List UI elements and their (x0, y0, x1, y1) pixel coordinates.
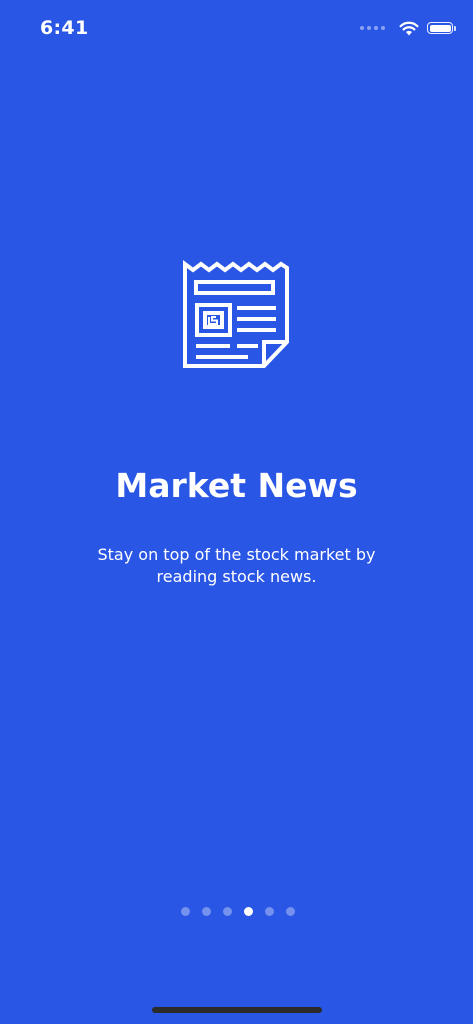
page-description: Stay on top of the stock market by readi… (97, 545, 376, 586)
page-dot-3[interactable] (223, 907, 232, 916)
page-indicator[interactable] (181, 907, 295, 916)
home-indicator[interactable] (152, 1007, 322, 1013)
page-dot-5[interactable] (265, 907, 274, 916)
battery-icon (427, 22, 456, 34)
page-dot-4-active[interactable] (244, 907, 253, 916)
newspaper-icon (183, 260, 289, 368)
status-icons (360, 18, 456, 38)
page-dot-1[interactable] (181, 907, 190, 916)
status-bar: 6:41 (0, 0, 473, 60)
page-dot-2[interactable] (202, 907, 211, 916)
page-dot-6[interactable] (286, 907, 295, 916)
onboarding-screen: 6:41 Market News Stay on top of the stoc… (0, 0, 473, 1024)
cellular-signal-icon (360, 26, 385, 30)
status-time: 6:41 (40, 17, 89, 39)
wifi-icon (399, 21, 419, 35)
page-title: Market News (115, 466, 358, 505)
